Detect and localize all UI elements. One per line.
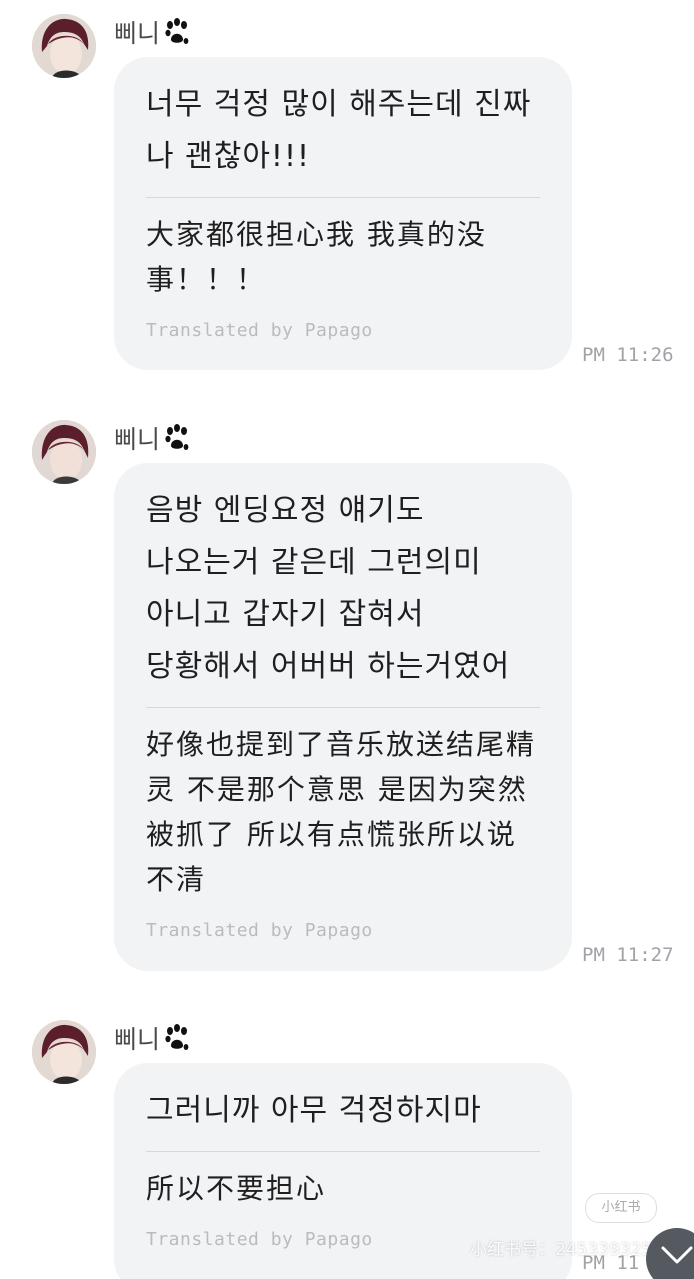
sender-row: 삐니 — [114, 418, 192, 458]
translation-credit: Translated by Papago — [146, 920, 373, 941]
translated-text: 好像也提到了音乐放送结尾精灵 不是那个意思 是因为突然被抓了 所以有点慌张所以说… — [146, 728, 537, 896]
divider — [146, 1151, 540, 1152]
chat-screen: 삐니 너무 걱정 많이 해주는데 진짜 나 괜찮아!!! 大家都很担心我 我真的… — [0, 0, 694, 1279]
watermark: 小红书号：245339325 — [470, 1240, 653, 1260]
avatar[interactable] — [32, 1020, 96, 1084]
sender-name: 삐니 — [114, 425, 161, 454]
message-bubble[interactable]: 음방 엔딩요정 얘기도 나오는거 같은데 그런의미 아니고 갑자기 잡혀서 당황… — [114, 463, 572, 971]
sender-name: 삐니 — [114, 19, 161, 48]
timestamp: PM 11:27 — [582, 944, 674, 966]
avatar[interactable] — [32, 14, 96, 78]
chevron-down-icon — [661, 1246, 693, 1264]
avatar[interactable] — [32, 420, 96, 484]
scroll-down-button[interactable] — [646, 1228, 694, 1279]
watermark-badge: 小红书 — [585, 1193, 657, 1223]
original-text: 너무 걱정 많이 해주는데 진짜 나 괜찮아!!! — [146, 87, 532, 174]
translation-credit: Translated by Papago — [146, 320, 373, 341]
message-bubble[interactable]: 너무 걱정 많이 해주는데 진짜 나 괜찮아!!! 大家都很担心我 我真的没事！… — [114, 57, 572, 370]
paw-icon — [165, 424, 189, 450]
original-text: 그러니까 아무 걱정하지마 — [146, 1093, 482, 1128]
sender-name: 삐니 — [114, 1025, 161, 1054]
translated-text: 大家都很担心我 我真的没事！！！ — [146, 218, 487, 296]
divider — [146, 707, 540, 708]
sender-row: 삐니 — [114, 1018, 192, 1058]
divider — [146, 197, 540, 198]
original-text: 음방 엔딩요정 얘기도 나오는거 같은데 그런의미 아니고 갑자기 잡혀서 당황… — [146, 493, 511, 684]
paw-icon — [165, 18, 189, 44]
paw-icon — [165, 1024, 189, 1050]
translated-text: 所以不要担心 — [146, 1172, 327, 1205]
sender-row: 삐니 — [114, 12, 192, 52]
timestamp: PM 11:26 — [582, 344, 674, 366]
